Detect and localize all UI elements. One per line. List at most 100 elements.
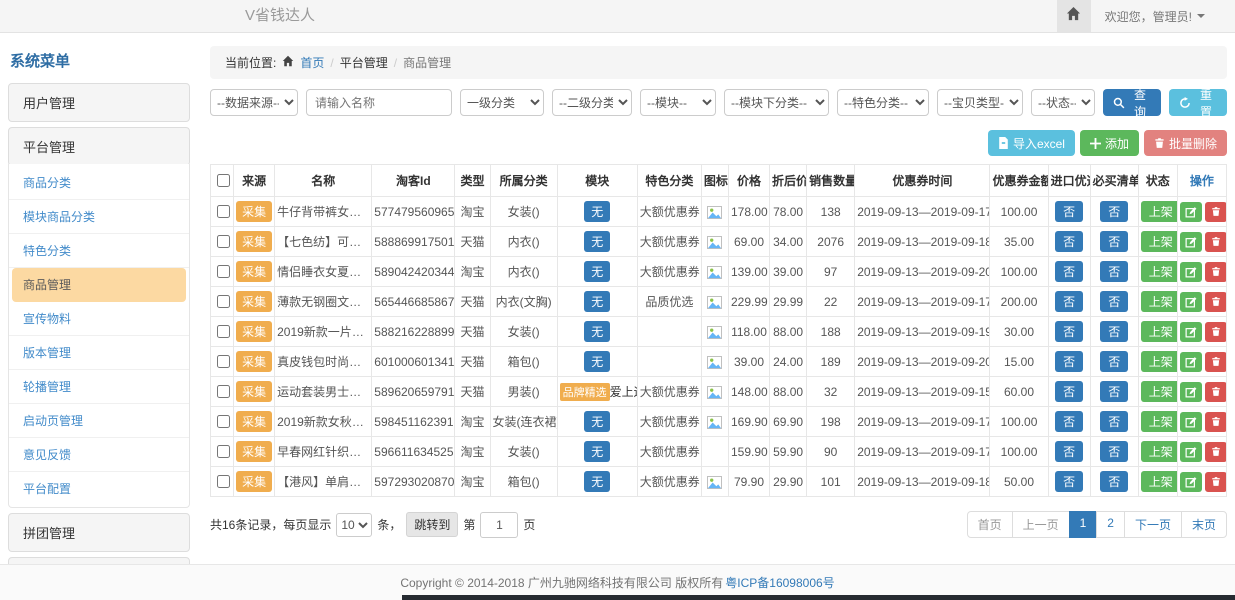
- delete-button[interactable]: [1205, 322, 1227, 342]
- jump-button[interactable]: 跳转到: [406, 512, 458, 537]
- import-select-toggle[interactable]: 否: [1055, 261, 1083, 282]
- status-button[interactable]: 上架: [1141, 351, 1178, 372]
- row-checkbox[interactable]: [217, 355, 230, 368]
- edit-button[interactable]: [1180, 262, 1202, 282]
- sidebar-item[interactable]: 意见反馈: [9, 438, 189, 472]
- row-checkbox[interactable]: [217, 475, 230, 488]
- sidebar-item[interactable]: 商品分类: [9, 166, 189, 200]
- import-select-toggle[interactable]: 否: [1055, 441, 1083, 462]
- row-checkbox[interactable]: [217, 445, 230, 458]
- import-select-toggle[interactable]: 否: [1055, 351, 1083, 372]
- row-checkbox[interactable]: [217, 325, 230, 338]
- delete-button[interactable]: [1205, 412, 1227, 432]
- breadcrumb-home-link[interactable]: 首页: [300, 54, 324, 71]
- edit-button[interactable]: [1180, 202, 1202, 222]
- sidebar-item[interactable]: 启动页管理: [9, 404, 189, 438]
- edit-button[interactable]: [1180, 232, 1202, 252]
- module-select[interactable]: --模块--: [640, 89, 716, 116]
- import-select-toggle[interactable]: 否: [1055, 411, 1083, 432]
- status-button[interactable]: 上架: [1141, 381, 1178, 402]
- delete-button[interactable]: [1205, 472, 1227, 492]
- row-checkbox[interactable]: [217, 385, 230, 398]
- pager-item[interactable]: 末页: [1181, 511, 1227, 538]
- import-select-toggle[interactable]: 否: [1055, 381, 1083, 402]
- row-checkbox[interactable]: [217, 415, 230, 428]
- edit-button[interactable]: [1180, 322, 1202, 342]
- edit-button[interactable]: [1180, 442, 1202, 462]
- must-buy-toggle[interactable]: 否: [1100, 261, 1128, 282]
- delete-button[interactable]: [1205, 382, 1227, 402]
- home-button[interactable]: [1057, 0, 1091, 32]
- row-checkbox[interactable]: [217, 205, 230, 218]
- delete-button[interactable]: [1205, 232, 1227, 252]
- user-menu[interactable]: 欢迎您，管理员!: [1091, 8, 1235, 25]
- must-buy-toggle[interactable]: 否: [1100, 321, 1128, 342]
- status-button[interactable]: 上架: [1141, 321, 1178, 342]
- category-level2-select[interactable]: --二级分类--: [552, 89, 632, 116]
- edit-button[interactable]: [1180, 292, 1202, 312]
- edit-button[interactable]: [1180, 352, 1202, 372]
- sidebar-item[interactable]: 版本管理: [9, 336, 189, 370]
- import-select-toggle[interactable]: 否: [1055, 321, 1083, 342]
- must-buy-toggle[interactable]: 否: [1100, 201, 1128, 222]
- pager-item[interactable]: 1: [1069, 511, 1098, 538]
- status-select[interactable]: --状态--: [1031, 89, 1095, 116]
- sidebar-item[interactable]: 商品管理: [12, 268, 186, 302]
- edit-button[interactable]: [1180, 382, 1202, 402]
- import-select-toggle[interactable]: 否: [1055, 471, 1083, 492]
- row-checkbox[interactable]: [217, 235, 230, 248]
- must-buy-toggle[interactable]: 否: [1100, 291, 1128, 312]
- import-select-toggle[interactable]: 否: [1055, 231, 1083, 252]
- delete-button[interactable]: [1205, 262, 1227, 282]
- module-subcategory-select[interactable]: --模块下分类--: [724, 89, 829, 116]
- import-excel-button[interactable]: 导入excel: [988, 130, 1075, 156]
- pager-item[interactable]: 首页: [967, 511, 1013, 538]
- must-buy-toggle[interactable]: 否: [1100, 471, 1128, 492]
- status-button[interactable]: 上架: [1141, 201, 1178, 222]
- status-button[interactable]: 上架: [1141, 261, 1178, 282]
- delete-button[interactable]: [1205, 352, 1227, 372]
- pager-item[interactable]: 上一页: [1012, 511, 1070, 538]
- must-buy-toggle[interactable]: 否: [1100, 351, 1128, 372]
- category-level1-select[interactable]: 一级分类: [460, 89, 544, 116]
- select-all-checkbox[interactable]: [217, 174, 230, 187]
- jump-page-input[interactable]: [480, 512, 518, 538]
- pager-item[interactable]: 下一页: [1124, 511, 1182, 538]
- pager-item[interactable]: 2: [1096, 511, 1125, 538]
- sidebar-item[interactable]: 模块商品分类: [9, 200, 189, 234]
- import-select-toggle[interactable]: 否: [1055, 291, 1083, 312]
- query-button[interactable]: 查询: [1103, 89, 1161, 116]
- row-checkbox[interactable]: [217, 265, 230, 278]
- status-button[interactable]: 上架: [1141, 411, 1178, 432]
- status-button[interactable]: 上架: [1141, 471, 1178, 492]
- page-size-select[interactable]: 10: [336, 513, 372, 537]
- data-source-select[interactable]: --数据来源--: [210, 89, 298, 116]
- must-buy-toggle[interactable]: 否: [1100, 231, 1128, 252]
- sidebar-group[interactable]: 拼团管理: [8, 513, 190, 552]
- add-button[interactable]: 添加: [1080, 130, 1139, 156]
- row-checkbox[interactable]: [217, 295, 230, 308]
- reset-button[interactable]: 重置: [1169, 89, 1227, 116]
- import-select-toggle[interactable]: 否: [1055, 201, 1083, 222]
- delete-button[interactable]: [1205, 292, 1227, 312]
- product-name-input[interactable]: [306, 89, 452, 116]
- status-button[interactable]: 上架: [1141, 231, 1178, 252]
- sidebar-group[interactable]: 平台管理: [8, 127, 190, 166]
- sidebar-item[interactable]: 轮播管理: [9, 370, 189, 404]
- sidebar-group[interactable]: 省惠快报: [8, 557, 190, 564]
- sidebar-item[interactable]: 特色分类: [9, 234, 189, 268]
- feature-category-select[interactable]: --特色分类--: [837, 89, 929, 116]
- must-buy-toggle[interactable]: 否: [1100, 441, 1128, 462]
- edit-button[interactable]: [1180, 472, 1202, 492]
- item-type-select[interactable]: --宝贝类型--: [937, 89, 1023, 116]
- delete-button[interactable]: [1205, 202, 1227, 222]
- status-button[interactable]: 上架: [1141, 441, 1178, 462]
- sidebar-item[interactable]: 平台配置: [9, 472, 189, 505]
- sidebar-group[interactable]: 用户管理: [8, 83, 190, 122]
- status-button[interactable]: 上架: [1141, 291, 1178, 312]
- batch-delete-button[interactable]: 批量删除: [1144, 130, 1227, 156]
- must-buy-toggle[interactable]: 否: [1100, 381, 1128, 402]
- delete-button[interactable]: [1205, 442, 1227, 462]
- sidebar-item[interactable]: 宣传物料: [9, 302, 189, 336]
- icp-link[interactable]: 粤ICP备16098006号: [725, 574, 834, 591]
